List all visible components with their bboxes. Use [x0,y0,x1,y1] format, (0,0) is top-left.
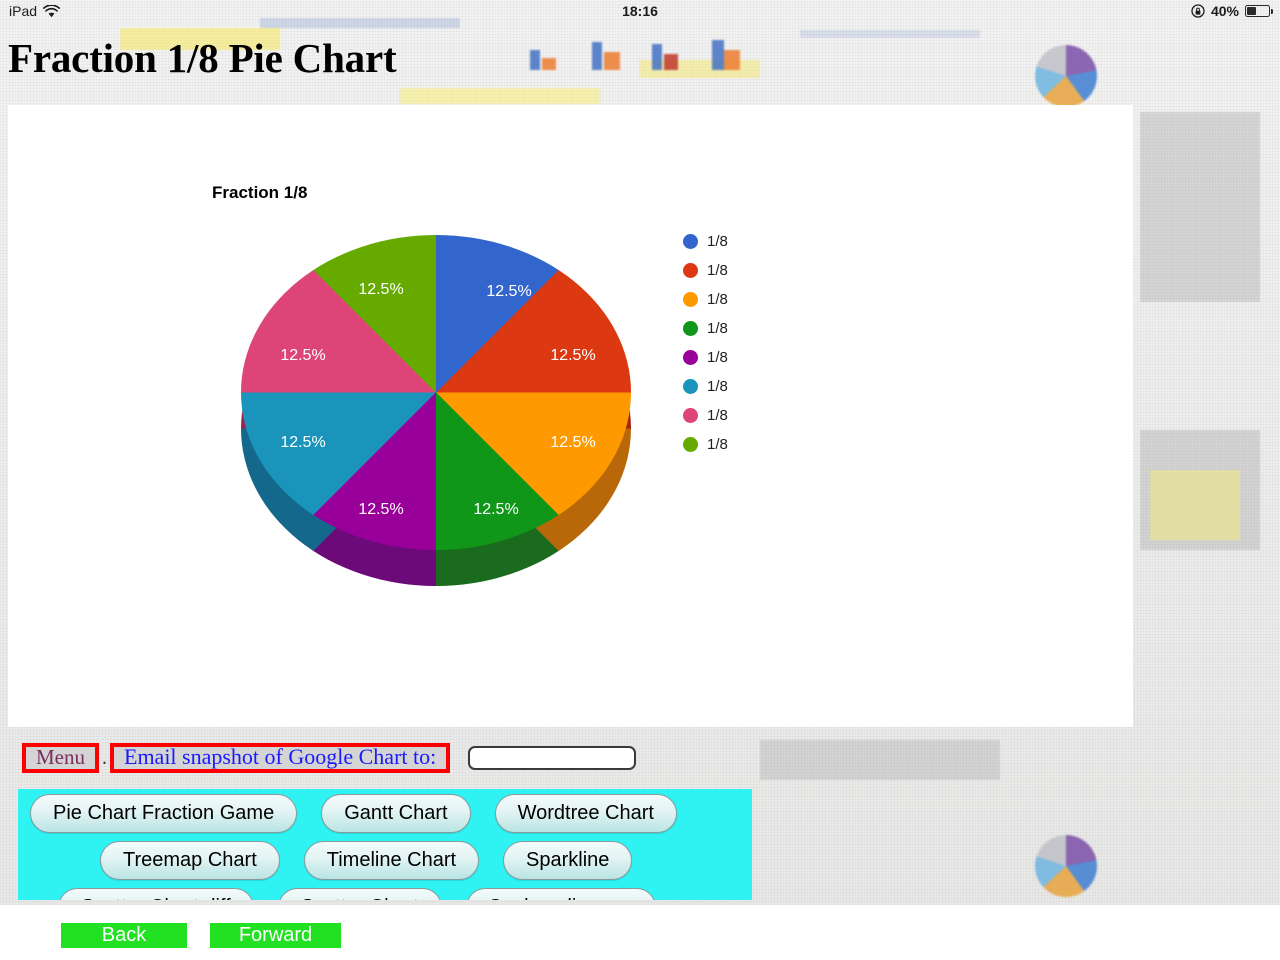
pie-chart-fraction-game-button[interactable]: Pie Chart Fraction Game [30,794,298,833]
email-snapshot-label: Email snapshot of Google Chart to: [124,744,437,769]
chart-type-button-panel: Pie Chart Fraction Game Gantt Chart Word… [18,789,752,900]
legend-item-label: 1/8 [707,378,728,395]
pie-slice-label: 12.5% [280,347,326,364]
page-title: Fraction 1/8 Pie Chart [8,35,397,81]
bottom-navigation-bar: Back Forward [0,905,1280,960]
legend-item[interactable]: 1/8 [683,401,728,430]
status-bar: iPad 18:16 40% [0,0,1280,22]
legend-item-label: 1/8 [707,320,728,337]
sparkline-button[interactable]: Sparkline [503,841,633,880]
chart-title: Fraction 1/8 [212,183,308,202]
sankey-diagram-button[interactable]: Sankey diagram [465,888,657,900]
legend-color-swatch [683,350,698,365]
pie-slice-label: 12.5% [550,347,596,364]
legend-item-label: 1/8 [707,233,728,250]
menu-button-container[interactable]: Menu [22,743,99,773]
legend-color-swatch [683,234,698,249]
legend-item-label: 1/8 [707,291,728,308]
legend-color-swatch [683,379,698,394]
battery-fill [1247,7,1257,15]
wallpaper-pie-thumbnail [1035,835,1097,897]
button-row: Pie Chart Fraction Game Gantt Chart Word… [18,794,752,833]
legend-item[interactable]: 1/8 [683,256,728,285]
pie-slice-label: 12.5% [473,501,519,518]
timeline-chart-button[interactable]: Timeline Chart [303,841,480,880]
legend-color-swatch [683,263,698,278]
status-bar-clock: 18:16 [622,3,658,19]
legend-item[interactable]: 1/8 [683,343,728,372]
legend-item[interactable]: 1/8 [683,314,728,343]
scatter-chart-button[interactable]: Scatter Chart [277,888,442,900]
chart-card: Fraction 1/8 12.5% 12.5% 12.5% 12.5% 12.… [8,105,1133,727]
email-address-input[interactable] [468,746,637,770]
button-row: Scatter Chart diff Scatter Chart Sankey … [18,888,752,900]
legend-item[interactable]: 1/8 [683,227,728,256]
menu-link[interactable]: Menu [36,745,85,770]
legend-item-label: 1/8 [707,262,728,279]
status-bar-right: 40% [1191,0,1273,22]
legend-item-label: 1/8 [707,407,728,424]
toolbar-separator: . [102,746,107,769]
legend-item[interactable]: 1/8 [683,430,728,459]
pie-slice-label: 12.5% [358,281,404,298]
legend-item-label: 1/8 [707,349,728,366]
toolbar: Menu . Email snapshot of Google Chart to… [22,738,637,778]
pie-slice-label: 12.5% [280,434,326,451]
pie-slice-label: 12.5% [486,283,532,300]
pie-slice-label: 12.5% [550,434,596,451]
email-snapshot-container: Email snapshot of Google Chart to: [110,743,451,773]
battery-percent-label: 40% [1210,3,1239,19]
legend-color-swatch [683,437,698,452]
chart-legend: 1/8 1/8 1/8 1/8 1/8 1/8 1/8 1/8 [683,227,728,459]
pie-chart[interactable]: 12.5% 12.5% 12.5% 12.5% 12.5% 12.5% 12.5… [241,235,631,595]
legend-item[interactable]: 1/8 [683,285,728,314]
wordtree-chart-button[interactable]: Wordtree Chart [494,794,677,833]
legend-item[interactable]: 1/8 [683,372,728,401]
back-button[interactable]: Back [61,923,187,948]
scatter-chart-diff-button[interactable]: Scatter Chart diff [58,888,254,900]
rotation-lock-icon [1191,4,1205,18]
pie-slice-label: 12.5% [358,501,404,518]
battery-icon [1245,5,1273,17]
forward-button[interactable]: Forward [210,923,341,948]
wallpaper-pie-thumbnail [1035,45,1097,107]
gantt-chart-button[interactable]: Gantt Chart [321,794,471,833]
legend-color-swatch [683,292,698,307]
treemap-chart-button[interactable]: Treemap Chart [100,841,280,880]
button-row: Treemap Chart Timeline Chart Sparkline [18,841,752,880]
legend-color-swatch [683,321,698,336]
legend-color-swatch [683,408,698,423]
pie-chart-surface: 12.5% 12.5% 12.5% 12.5% 12.5% 12.5% 12.5… [241,235,631,550]
legend-item-label: 1/8 [707,436,728,453]
